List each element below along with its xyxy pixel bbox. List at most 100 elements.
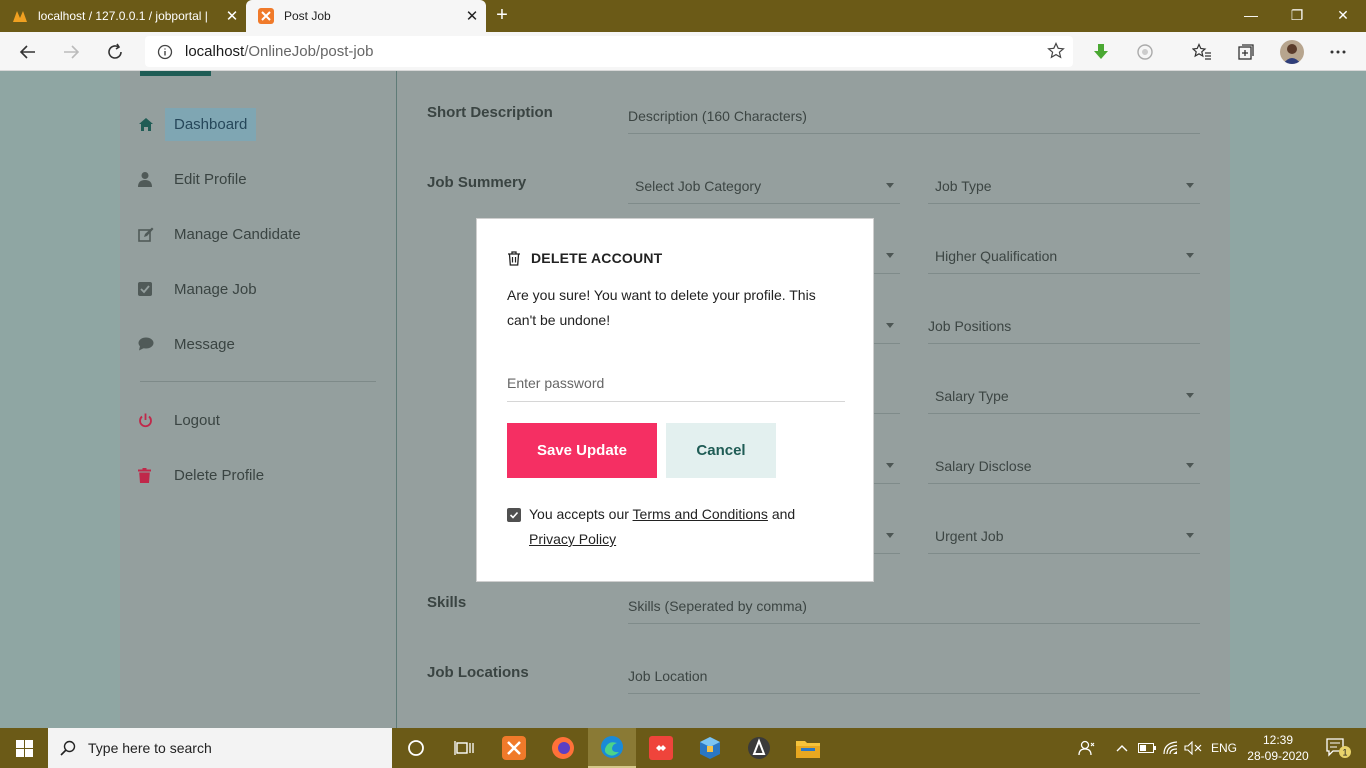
urgent-job-select[interactable]: Urgent Job — [928, 518, 1200, 554]
sidebar-item-label: Message — [174, 335, 235, 353]
sidebar-item-label: Delete Profile — [174, 466, 265, 484]
volume-muted-icon[interactable] — [1182, 728, 1204, 768]
sidebar-top-tab — [140, 71, 211, 76]
sidebar-item-label: Manage Job — [174, 280, 257, 298]
edit-icon — [138, 227, 162, 242]
sidebar-item-label: Logout — [174, 411, 220, 429]
power-icon — [138, 413, 162, 428]
minimize-icon[interactable]: — — [1228, 0, 1274, 32]
restore-icon[interactable]: ❐ — [1274, 0, 1320, 32]
more-menu-icon[interactable] — [1324, 38, 1352, 66]
tab-title: localhost / 127.0.0.1 / jobportal | — [38, 9, 208, 23]
collections-icon[interactable] — [1232, 38, 1260, 66]
skills-input[interactable]: Skills (Seperated by comma) — [628, 588, 1200, 624]
privacy-link[interactable]: Privacy Policy — [529, 531, 616, 547]
taskbar-search-box[interactable]: Type here to search — [48, 728, 392, 768]
modal-title: DELETE ACCOUNT — [531, 250, 663, 266]
browser-tab-bar: localhost / 127.0.0.1 / jobportal | ✕ Po… — [0, 0, 1366, 32]
delete-account-modal: DELETE ACCOUNT Are you sure! You want to… — [476, 218, 874, 582]
salary-disclose-select[interactable]: Salary Disclose — [928, 448, 1200, 484]
home-icon — [138, 117, 162, 132]
new-tab-icon[interactable]: + — [490, 4, 514, 28]
terms-link[interactable]: Terms and Conditions — [633, 506, 768, 522]
tab-phpmyadmin[interactable]: localhost / 127.0.0.1 / jobportal | ✕ — [0, 0, 246, 32]
sidebar-item-dashboard[interactable]: Dashboard — [138, 107, 257, 141]
battery-icon[interactable] — [1136, 728, 1158, 768]
trash-icon — [138, 467, 162, 483]
search-placeholder: Type here to search — [88, 740, 212, 756]
job-location-input[interactable]: Job Location — [628, 658, 1200, 694]
short-description-label: Short Description — [427, 104, 553, 121]
job-summary-label: Job Summery — [427, 174, 527, 191]
language-indicator[interactable]: ENG — [1206, 728, 1242, 768]
windows-taskbar: Type here to search ENG 12:39 28-09-2020… — [0, 728, 1366, 768]
search-icon — [48, 740, 88, 756]
clock-time: 12:39 — [1262, 733, 1294, 747]
address-bar[interactable]: localhost/OnlineJob/post-job — [145, 36, 1073, 67]
job-category-select[interactable]: Select Job Category — [628, 168, 900, 204]
wifi-icon[interactable] — [1160, 728, 1182, 768]
chevron-up-icon[interactable] — [1112, 728, 1132, 768]
notification-badge: 1 — [1342, 748, 1347, 758]
sidebar-item-manage-job[interactable]: Manage Job — [138, 272, 257, 306]
chat-icon — [138, 337, 162, 351]
sidebar-divider — [140, 381, 376, 382]
url-text: localhost/OnlineJob/post-job — [185, 43, 374, 60]
xampp-icon — [258, 8, 274, 24]
salary-type-select[interactable]: Salary Type — [928, 378, 1200, 414]
file-explorer-icon[interactable] — [784, 728, 832, 768]
close-window-icon[interactable]: ✕ — [1320, 0, 1366, 32]
edge-icon[interactable] — [588, 728, 636, 768]
xampp-taskbar-icon[interactable] — [490, 728, 538, 768]
back-icon[interactable] — [14, 38, 42, 66]
people-icon[interactable] — [1074, 728, 1100, 768]
refresh-icon[interactable] — [101, 38, 129, 66]
terms-agreement: You accepts our Terms and Conditions and… — [507, 502, 847, 552]
sidebar-item-logout[interactable]: Logout — [138, 403, 220, 437]
sidebar-item-label: Dashboard — [165, 107, 257, 141]
windows-start-icon[interactable] — [0, 728, 48, 768]
favorites-icon[interactable] — [1188, 38, 1216, 66]
profile-avatar[interactable] — [1280, 40, 1304, 64]
higher-qualification-select[interactable]: Higher Qualification — [928, 238, 1200, 274]
user-icon — [138, 171, 162, 187]
sidebar-item-edit-profile[interactable]: Edit Profile — [138, 162, 247, 196]
notification-center-icon[interactable]: 1 — [1318, 728, 1358, 768]
terms-checkbox[interactable] — [507, 508, 521, 522]
forward-icon[interactable] — [57, 38, 85, 66]
task-view-icon[interactable] — [440, 728, 488, 768]
tab-post-job[interactable]: Post Job ✕ — [246, 0, 486, 32]
cancel-button[interactable]: Cancel — [666, 423, 776, 478]
password-input[interactable] — [507, 365, 845, 402]
tab-close-icon[interactable]: ✕ — [218, 7, 246, 25]
job-type-select[interactable]: Job Type — [928, 168, 1200, 204]
site-info-icon[interactable] — [145, 44, 185, 60]
sidebar-item-delete-profile[interactable]: Delete Profile — [138, 458, 264, 492]
firefox-icon[interactable] — [539, 728, 587, 768]
tab-close-icon[interactable]: ✕ — [458, 7, 486, 25]
phpmyadmin-icon — [13, 11, 27, 22]
sidebar-item-label: Manage Candidate — [174, 225, 301, 243]
short-description-input[interactable]: Description (160 Characters) — [628, 98, 1200, 134]
favorite-star-icon[interactable] — [1047, 42, 1065, 65]
system-clock[interactable]: 12:39 28-09-2020 — [1246, 732, 1310, 764]
modal-message: Are you sure! You want to delete your pr… — [507, 287, 816, 328]
extension-icon[interactable] — [1131, 38, 1159, 66]
download-extension-icon[interactable] — [1087, 38, 1115, 66]
virtualbox-icon[interactable] — [686, 728, 734, 768]
anydesk-icon[interactable] — [637, 728, 685, 768]
dashboard-sidebar: Dashboard Edit Profile Manage Candidate … — [120, 71, 396, 728]
trash-icon — [507, 250, 521, 266]
sidebar-item-message[interactable]: Message — [138, 327, 235, 361]
job-positions-input[interactable]: Job Positions — [928, 308, 1200, 344]
inkscape-icon[interactable] — [735, 728, 783, 768]
cortana-icon[interactable] — [392, 728, 440, 768]
checkbox-icon — [138, 282, 162, 296]
modal-header: DELETE ACCOUNT — [507, 250, 662, 266]
sidebar-item-label: Edit Profile — [174, 170, 247, 188]
sidebar-item-manage-candidate[interactable]: Manage Candidate — [138, 217, 301, 251]
browser-toolbar: localhost/OnlineJob/post-job — [0, 32, 1366, 71]
clock-date: 28-09-2020 — [1247, 749, 1309, 763]
terms-text: You accepts our Terms and Conditions and… — [529, 506, 796, 547]
save-update-button[interactable]: Save Update — [507, 423, 657, 478]
